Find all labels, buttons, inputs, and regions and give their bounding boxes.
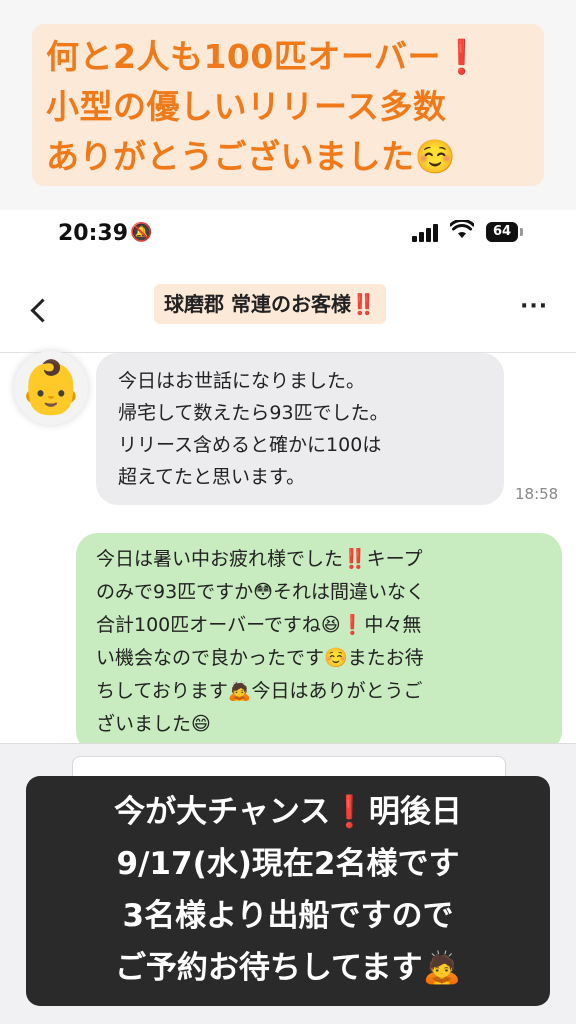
outgoing-message-bubble[interactable]: 今日は暑い中お疲れ様でした‼️キープ のみで93匹ですか😳それは間違いなく 合計… — [76, 533, 562, 753]
message-line: 帰宅して数えたら93匹でした。 — [118, 402, 389, 424]
top-banner: 何と2人も100匹オーバー❗ 小型の優しいリリース多数 ありがとうございました☺… — [32, 24, 544, 186]
message-line: 合計100匹オーバーですね😆❗中々無 — [96, 614, 422, 636]
incoming-message-bubble[interactable]: 今日はお世話になりました。 帰宅して数えたら93匹でした。 リリース含めると確か… — [96, 353, 504, 505]
mute-bell-icon: 🔕 — [130, 222, 153, 243]
chat-area[interactable]: 👶 今日はお世話になりました。 帰宅して数えたら93匹でした。 リリース含めると… — [0, 351, 576, 753]
message-line: ちしております🙇今日はありがとうご — [96, 680, 423, 702]
message-line: リリース含めると確かに100は — [118, 434, 382, 456]
more-options-icon[interactable]: ··· — [520, 294, 548, 319]
wifi-icon — [449, 218, 475, 246]
top-banner-line: 小型の優しいリリース多数 — [46, 87, 447, 126]
message-line: い機会なので良かったです☺️またお待 — [96, 647, 424, 669]
bottom-banner-line: 今が大チャンス❗明後日 — [114, 794, 462, 830]
status-bar: 20:39 🔕 64 — [0, 210, 576, 270]
message-line: 超えてたと思います。 — [118, 466, 306, 488]
top-banner-line: 何と2人も100匹オーバー❗ — [46, 37, 483, 76]
battery-tip — [520, 228, 523, 236]
back-arrow-icon[interactable] — [30, 298, 55, 323]
chat-title: 球磨郡 常連のお客様‼️ — [154, 284, 386, 324]
message-line: ざいました😄 — [96, 713, 211, 735]
message-timestamp: 18:58 — [515, 485, 559, 503]
status-time: 20:39 — [58, 221, 129, 246]
bottom-banner: 今が大チャンス❗明後日 9/17(水)現在2名様です 3名様より出船ですので ご… — [26, 776, 550, 1006]
bottom-banner-line: 3名様より出船ですので — [122, 898, 454, 934]
bottom-banner-line: 9/17(水)現在2名様です — [116, 846, 460, 882]
avatar[interactable]: 👶 — [14, 351, 88, 425]
message-line: 今日はお世話になりました。 — [118, 370, 366, 392]
message-line: 今日は暑い中お疲れ様でした‼️キープ — [96, 548, 423, 570]
top-banner-line: ありがとうございました☺️ — [46, 137, 457, 176]
cellular-signal-icon — [412, 224, 442, 242]
battery-icon: 64 — [486, 222, 518, 242]
screen: 何と2人も100匹オーバー❗ 小型の優しいリリース多数 ありがとうございました☺… — [0, 0, 576, 1024]
bottom-banner-line: ご予約お待ちしてます🙇 — [114, 950, 462, 986]
chat-header: 球磨郡 常連のお客様‼️ ··· — [0, 270, 576, 353]
message-line: のみで93匹ですか😳それは間違いなく — [96, 581, 425, 603]
